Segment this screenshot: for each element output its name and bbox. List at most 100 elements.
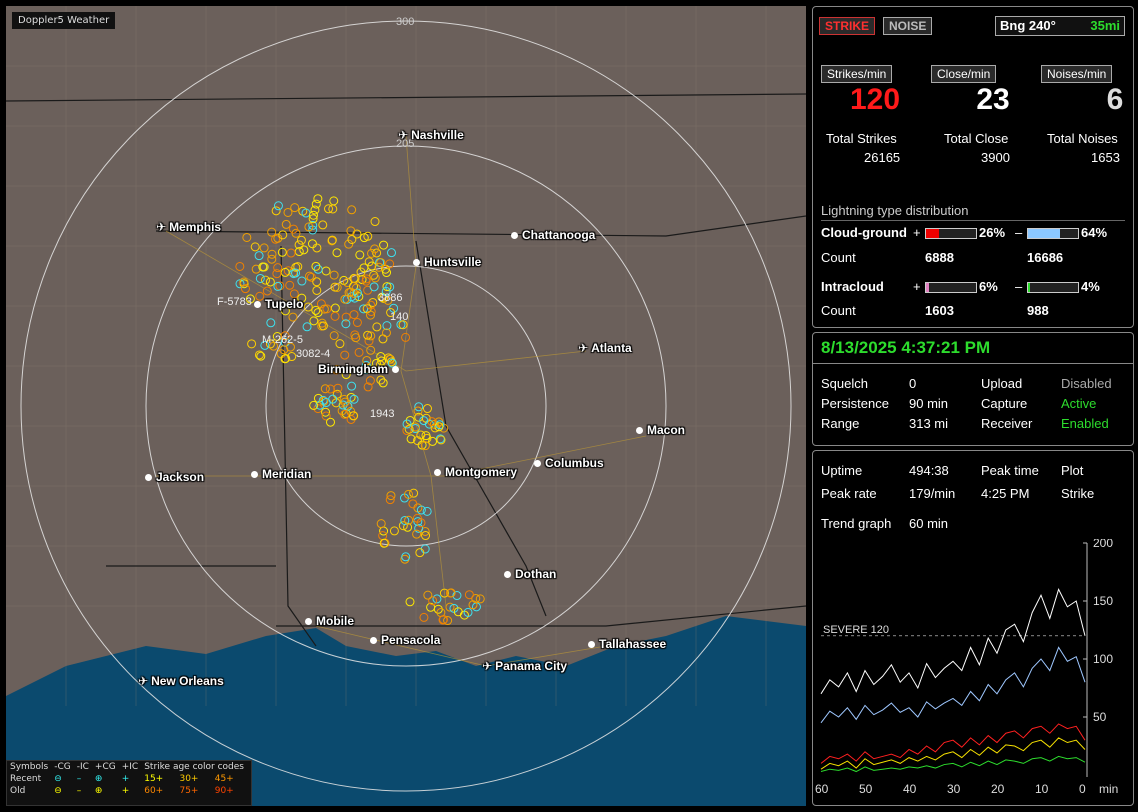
total-strikes-label: Total Strikes xyxy=(826,131,897,146)
noises-per-min-value: 6 xyxy=(1106,83,1124,116)
cg-positive-count: 6888 xyxy=(925,250,954,265)
cloud-ground-label: Cloud-ground xyxy=(821,225,907,240)
ic-positive-pct: 6% xyxy=(979,279,998,294)
close-per-min-value: 23 xyxy=(976,83,1010,116)
minus-sign: – xyxy=(1015,279,1023,294)
x-tick-label: 30 xyxy=(947,782,961,796)
pos-cg-old-icon: ⊕ xyxy=(94,786,103,796)
trend-series-line-3 xyxy=(820,737,1086,770)
age-15: 15+ xyxy=(144,774,164,784)
peak-time-value: 4:25 PM xyxy=(981,486,1030,501)
city-birmingham: Birmingham xyxy=(318,362,403,376)
strike-button[interactable]: STRIKE xyxy=(819,17,876,35)
severe-label: SEVERE 120 xyxy=(823,624,889,636)
city-mobile: Mobile xyxy=(305,614,354,628)
total-noises-value: 1653 xyxy=(1091,150,1120,165)
city-columbus: Columbus xyxy=(534,456,604,470)
cg-positive-bar xyxy=(925,228,977,239)
age-60: 60+ xyxy=(144,786,164,796)
x-tick-label: 0 xyxy=(1079,782,1086,796)
x-tick-label: 60 xyxy=(815,782,829,796)
city-tupelo: Tupelo xyxy=(254,297,303,311)
capture-label: Capture xyxy=(981,396,1028,411)
airport-icon: ✈ xyxy=(138,674,149,688)
city-atlanta: ✈ Atlanta xyxy=(578,341,632,355)
capture-value[interactable]: Active xyxy=(1061,396,1096,411)
lightning-map[interactable]: Doppler5 Weather 300 205 ✈ Nashville ✈ Mem… xyxy=(6,6,806,806)
squelch-label: Squelch xyxy=(821,376,868,391)
y-tick-label: 200 xyxy=(1093,539,1113,550)
airport-icon: ✈ xyxy=(156,220,167,234)
range-label: Range xyxy=(821,416,860,431)
trend-series-line-1 xyxy=(820,646,1086,724)
receiver-label: Receiver xyxy=(981,416,1033,431)
neg-cg-recent-icon: ⊖ xyxy=(54,774,62,784)
x-tick-label: 40 xyxy=(903,782,917,796)
plot-label: Plot xyxy=(1061,463,1084,478)
bearing-value: Bng 240° xyxy=(1000,18,1056,33)
city-memphis: ✈ Memphis xyxy=(156,220,222,234)
total-close-value: 3900 xyxy=(981,150,1010,165)
upload-value[interactable]: Disabled xyxy=(1061,376,1112,391)
close-per-min-button[interactable]: Close/min xyxy=(931,65,997,83)
plus-sign: + xyxy=(913,225,921,240)
squelch-value: 0 xyxy=(909,376,917,391)
y-tick-label: 150 xyxy=(1093,594,1113,608)
city-jackson: Jackson xyxy=(145,470,204,484)
airport-icon: ✈ xyxy=(578,341,589,355)
map-canvas xyxy=(6,6,806,806)
city-new-orleans: ✈ New Orleans xyxy=(138,674,224,688)
trend-graph-label: Trend graph xyxy=(821,516,892,531)
strikes-per-min-value: 120 xyxy=(849,83,901,116)
trend-series-line-0 xyxy=(820,588,1086,695)
ic-negative-bar xyxy=(1027,282,1079,293)
cg-negative-pct: 64% xyxy=(1081,225,1108,240)
uptime-value: 494:38 xyxy=(909,463,949,478)
persistence-label: Persistence xyxy=(821,396,889,411)
ic-negative-count: 988 xyxy=(1027,303,1049,318)
x-unit-label: min xyxy=(1099,782,1118,796)
storm-label: 1943 xyxy=(370,408,395,420)
persistence-value: 90 min xyxy=(909,396,949,411)
cg-positive-pct: 26% xyxy=(979,225,1006,240)
plus-sign: + xyxy=(913,279,921,294)
city-chattanooga: Chattanooga xyxy=(511,228,595,242)
distance-value: 35mi xyxy=(1090,18,1120,33)
legend-recent-label: Recent xyxy=(10,774,42,784)
ring-label-outer: 300 xyxy=(396,16,415,28)
cg-count-label: Count xyxy=(821,250,856,265)
city-macon: Macon xyxy=(636,423,685,437)
city-nashville: ✈ Nashville xyxy=(398,128,464,142)
storm-label: F-5783 xyxy=(217,296,252,308)
age-75: 75+ xyxy=(179,786,199,796)
neg-ic-old-icon: – xyxy=(76,786,82,796)
plot-value[interactable]: Strike xyxy=(1061,486,1094,501)
x-tick-label: 20 xyxy=(991,782,1005,796)
ic-count-label: Count xyxy=(821,303,856,318)
age-45: 45+ xyxy=(214,774,234,784)
legend-header: +CG xyxy=(94,762,116,772)
status-panel: 8/13/2025 4:37:21 PM Squelch 0 Upload Di… xyxy=(812,332,1134,446)
ic-negative-pct: 4% xyxy=(1081,279,1100,294)
peak-rate-value: 179/min xyxy=(909,486,956,501)
noises-per-min-button[interactable]: Noises/min xyxy=(1041,65,1113,83)
strikes-per-min-button[interactable]: Strikes/min xyxy=(821,65,893,83)
range-value: 313 mi xyxy=(909,416,949,431)
city-huntsville: Huntsville xyxy=(413,255,481,269)
y-tick-label: 100 xyxy=(1093,652,1113,666)
storm-label: 3082-4 xyxy=(296,348,331,360)
symbol-legend: Symbols -CG -IC +CG +IC Strike age color… xyxy=(6,760,252,806)
ic-positive-bar xyxy=(925,282,977,293)
noise-button[interactable]: NOISE xyxy=(883,17,933,35)
city-dothan: Dothan xyxy=(504,567,556,581)
trend-graph-value: 60 min xyxy=(909,516,949,531)
receiver-value[interactable]: Enabled xyxy=(1061,416,1109,431)
city-panama-city: ✈ Panama City xyxy=(482,659,568,673)
airport-icon: ✈ xyxy=(482,659,493,673)
upload-label: Upload xyxy=(981,376,1023,391)
peak-time-label: Peak time xyxy=(981,463,1039,478)
cg-negative-bar xyxy=(1027,228,1079,239)
intracloud-label: Intracloud xyxy=(821,279,884,294)
uptime-label: Uptime xyxy=(821,463,863,478)
total-close-label: Total Close xyxy=(944,131,1009,146)
